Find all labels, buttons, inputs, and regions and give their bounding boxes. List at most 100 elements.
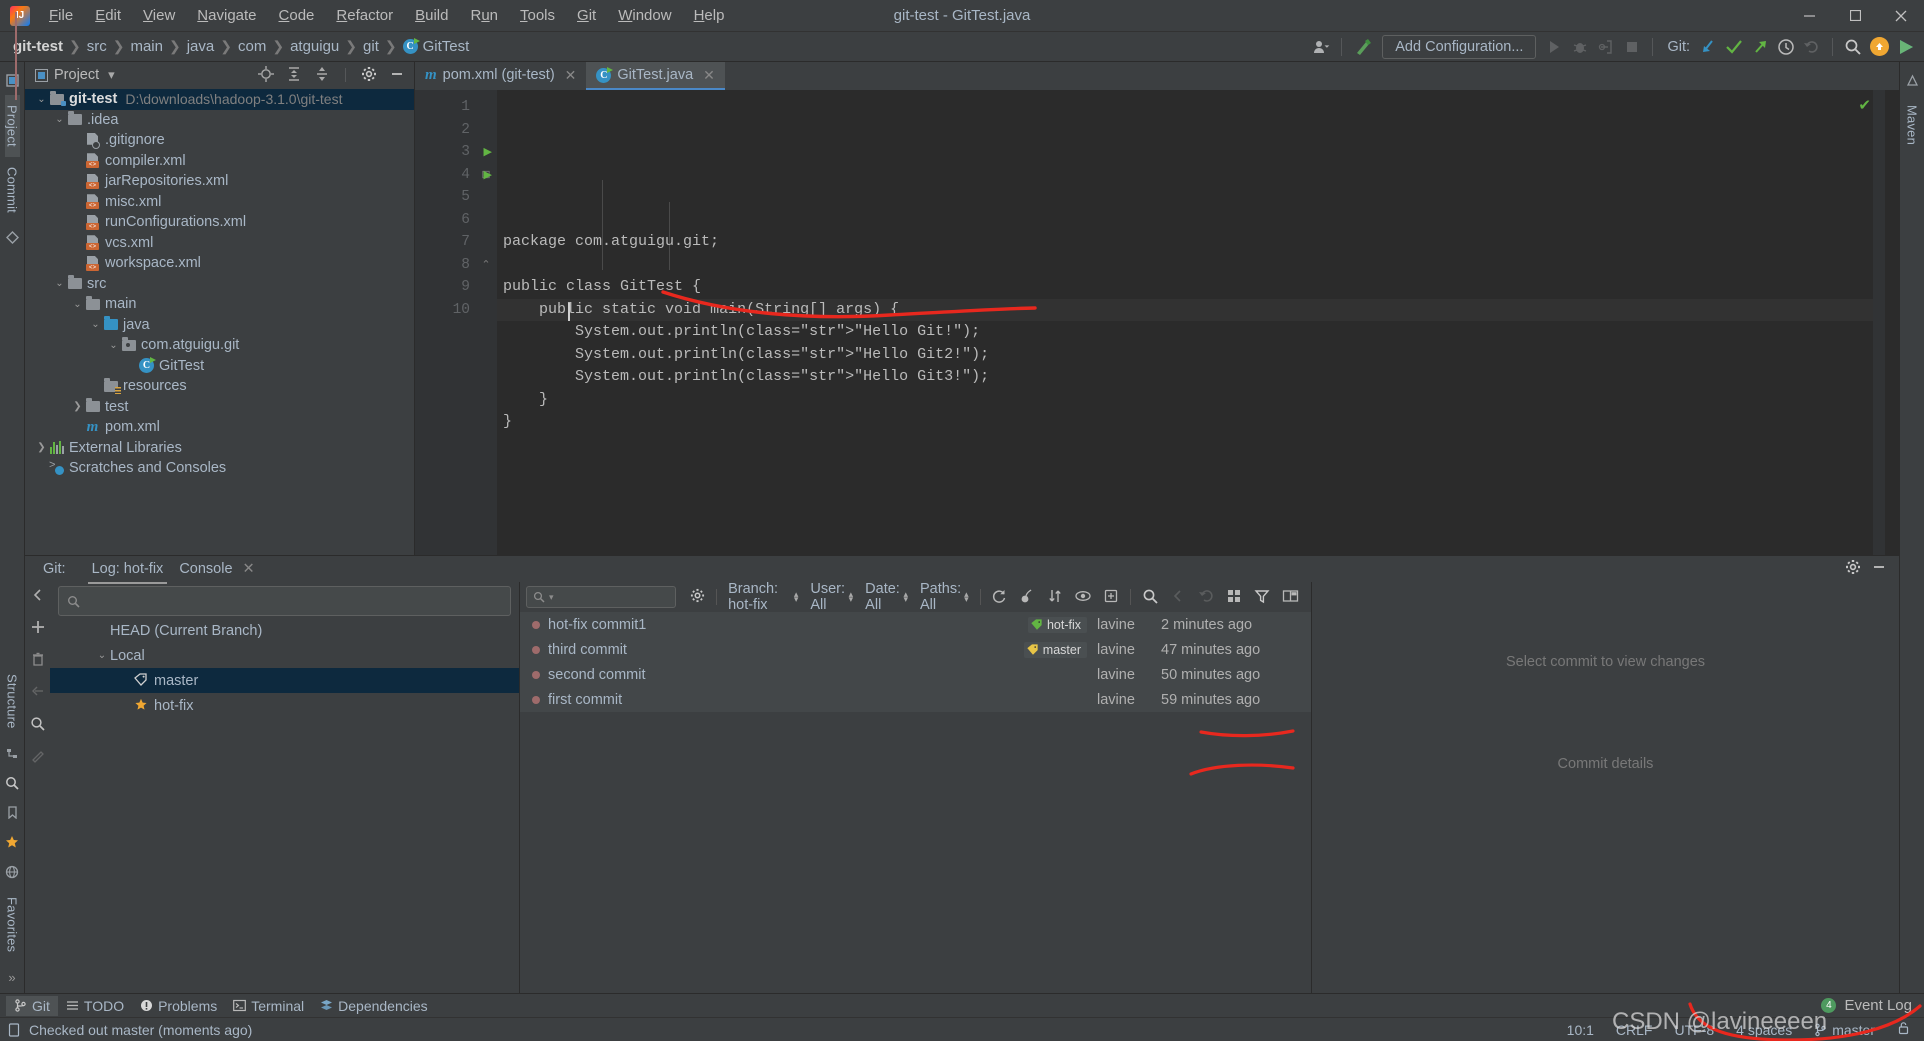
gutter-line[interactable]: 10 (415, 299, 475, 322)
layout-icon[interactable] (1276, 588, 1305, 607)
git-commit-icon[interactable] (1722, 35, 1746, 59)
fold-marker[interactable] (475, 209, 497, 232)
project-tree-row[interactable]: m pom.xml (25, 417, 414, 438)
breadcrumb-item-7[interactable]: C GitTest (400, 36, 473, 57)
project-tree-row[interactable]: <> vcs.xml (25, 233, 414, 254)
code-editor[interactable]: 1 2 3 ▶ 4 ▶ 5 6 7 8 9 10 ⊟ ⌃ package com.atguigu.git… (415, 90, 1899, 555)
filter-date[interactable]: Date: All ▴ ▾ (859, 581, 914, 613)
grid-view-icon[interactable] (1220, 588, 1248, 607)
gear-icon[interactable] (684, 588, 711, 606)
project-tree-row[interactable]: <> misc.xml (25, 192, 414, 213)
close-icon[interactable]: ✕ (565, 67, 577, 84)
branch-search-input[interactable] (58, 586, 511, 616)
stop-icon[interactable] (1620, 35, 1644, 59)
commit-rail-icon[interactable] (5, 230, 19, 244)
menu-git[interactable]: Git (566, 2, 607, 29)
caret-position[interactable]: 10:1 (1567, 1022, 1594, 1038)
rail-item-favorites[interactable]: Favorites (5, 887, 20, 962)
editor-tab-pom[interactable]: m pom.xml (git-test) ✕ (415, 62, 586, 90)
run-icon[interactable] (1542, 35, 1566, 59)
tool-button-todo[interactable]: TODO (58, 996, 132, 1016)
commit-ref-label[interactable]: hot-fix (1027, 616, 1087, 633)
fold-marker[interactable] (475, 299, 497, 322)
add-branch-icon[interactable] (31, 620, 45, 638)
editor-tab-gittest[interactable]: C GitTest.java ✕ (586, 62, 725, 90)
project-tree-row[interactable]: ⌄ java (25, 315, 414, 336)
menu-navigate[interactable]: Navigate (186, 2, 267, 29)
run-gutter-icon[interactable]: ▶ (484, 168, 492, 182)
rail-item-maven[interactable]: Maven (1905, 95, 1920, 155)
menu-window[interactable]: Window (607, 2, 682, 29)
menu-build[interactable]: Build (404, 2, 459, 29)
project-tree-row[interactable]: ⌄ main (25, 294, 414, 315)
fold-marker[interactable]: ⌃ (475, 254, 497, 277)
run-gutter-icon[interactable]: ▶ (484, 145, 492, 159)
rollback-icon[interactable] (1192, 588, 1220, 607)
code-line[interactable]: System.out.println(class="str">"Hello Gi… (503, 344, 1873, 367)
git-tab-log[interactable]: Log: hot-fix (84, 558, 172, 584)
project-tree-row[interactable]: resources (25, 376, 414, 397)
build-icon[interactable] (1350, 35, 1376, 59)
code-line[interactable]: package com.atguigu.git; (503, 231, 1873, 254)
breadcrumb-item-1[interactable]: src (84, 36, 110, 57)
web-rail-icon[interactable] (5, 865, 19, 879)
hide-panel-icon[interactable] (386, 66, 408, 85)
gear-icon[interactable] (1845, 559, 1861, 579)
gutter-line[interactable]: 2 (415, 119, 475, 142)
maven-rail-icon[interactable] (1906, 74, 1919, 87)
line-number-gutter[interactable]: 1 2 3 ▶ 4 ▶ 5 6 7 8 9 10 (415, 90, 492, 555)
git-rollback-icon[interactable] (1800, 35, 1824, 59)
event-log-button[interactable]: Event Log (1844, 997, 1912, 1014)
chevron-down-icon[interactable]: ⌄ (53, 114, 66, 125)
chevron-down-icon[interactable]: ⌄ (35, 94, 48, 105)
menu-bar[interactable]: File Edit View Navigate Code Refactor Bu… (38, 2, 735, 29)
project-tree-row[interactable]: ❯ test (25, 397, 414, 418)
chevron-right-icon[interactable]: ❯ (35, 442, 48, 453)
minimize-button[interactable] (1786, 0, 1832, 32)
code-content[interactable]: package com.atguigu.git; public class Gi… (497, 90, 1873, 555)
debug-icon[interactable] (1568, 35, 1592, 59)
notification-icon[interactable] (1867, 35, 1892, 59)
collapse-all-icon[interactable] (311, 66, 333, 85)
gutter-line[interactable]: 1 (415, 96, 475, 119)
search-rail-icon[interactable] (5, 776, 19, 790)
code-line[interactable]: } (503, 389, 1873, 412)
chevron-down-icon[interactable]: ▾ (105, 67, 118, 83)
code-line[interactable]: System.out.println(class="str">"Hello Gi… (503, 321, 1873, 344)
filter-user[interactable]: User: All ▴ ▾ (804, 581, 859, 613)
structure-rail-icon[interactable] (6, 747, 19, 760)
project-tree-row[interactable]: ⌄ src (25, 274, 414, 295)
gutter-line[interactable]: 7 (415, 231, 475, 254)
close-icon[interactable]: ✕ (243, 561, 255, 577)
tool-button-problems[interactable]: Problems (132, 996, 225, 1016)
delete-branch-icon[interactable] (31, 652, 45, 670)
fold-marker[interactable] (475, 186, 497, 209)
project-tree-row[interactable]: ❯ External Libraries (25, 438, 414, 459)
commit-list[interactable]: hot-fix commit1 hot-fix lavine 2 minutes ag… (15, 12, 1311, 993)
add-configuration-button[interactable]: Add Configuration... (1382, 34, 1537, 59)
breadcrumb-item-4[interactable]: com (235, 36, 269, 57)
git-history-icon[interactable] (1774, 35, 1798, 59)
project-tree-row[interactable]: .gitignore (25, 130, 414, 151)
commit-row[interactable]: third commit master lavine 47 minutes ago (520, 637, 1311, 662)
gutter-line[interactable]: 5 (415, 186, 475, 209)
commit-search-input[interactable]: ▾ (526, 586, 677, 608)
menu-refactor[interactable]: Refactor (325, 2, 404, 29)
rail-item-structure[interactable]: Structure (5, 664, 20, 739)
lock-icon[interactable] (1897, 1021, 1910, 1038)
breadcrumb[interactable]: git-test ❯ src ❯ main ❯ java ❯ com ❯ atg… (10, 36, 472, 57)
rail-item-commit[interactable]: Commit (5, 157, 20, 223)
menu-view[interactable]: View (132, 2, 186, 29)
merge-icon[interactable] (31, 684, 45, 702)
project-tree-row[interactable]: ⌄ .idea (25, 110, 414, 131)
code-line[interactable]: public static void main(String[] args) { (503, 299, 1873, 322)
menu-code[interactable]: Code (268, 2, 326, 29)
fold-marker[interactable] (475, 96, 497, 119)
menu-file[interactable]: File (38, 2, 84, 29)
expand-commits-icon[interactable] (1097, 588, 1125, 607)
filter-paths[interactable]: Paths: All ▴ ▾ (914, 581, 975, 613)
commit-row[interactable]: second commit lavine 50 minutes ago (520, 662, 1311, 687)
play-icon[interactable] (1894, 35, 1918, 59)
maximize-button[interactable] (1832, 0, 1878, 32)
search-icon[interactable] (1136, 588, 1164, 607)
